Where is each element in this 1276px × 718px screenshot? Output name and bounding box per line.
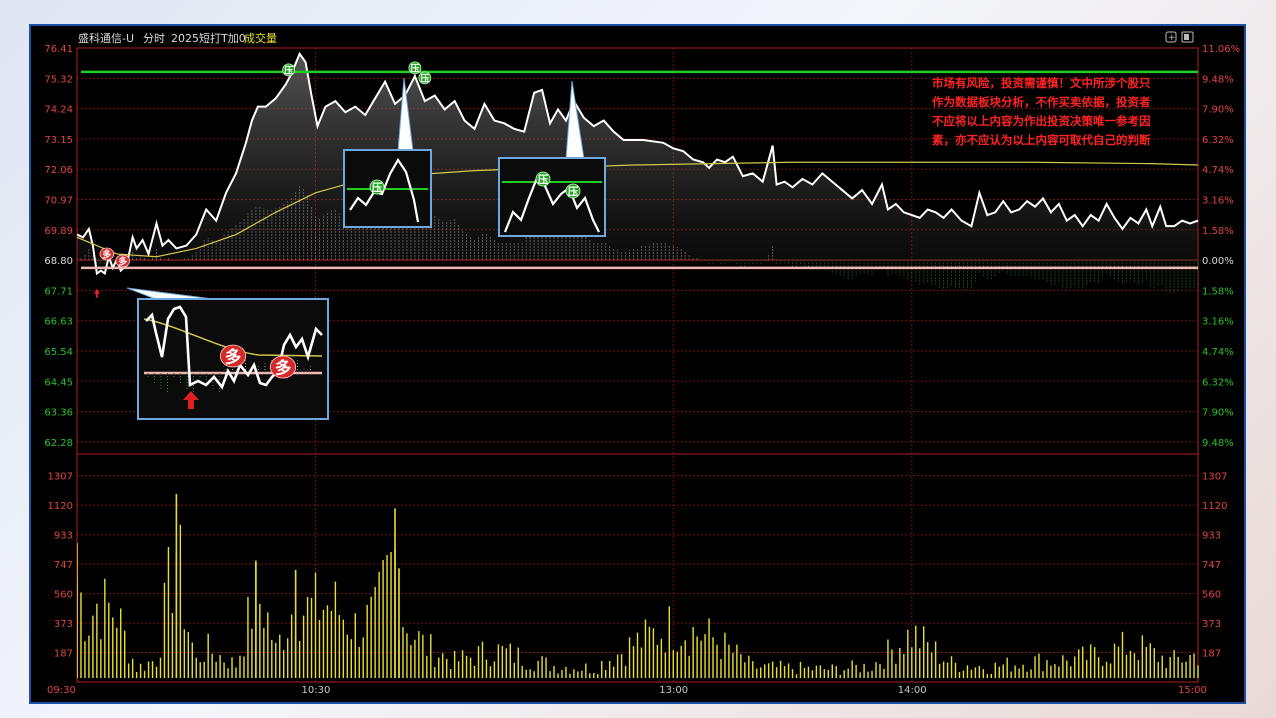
pct-tick-label: 6.32% [1202,377,1234,388]
view-mode[interactable]: 分时 [143,32,165,45]
volume-tick-label-right: 747 [1202,560,1221,571]
price-tick-label: 64.45 [44,377,73,388]
resistance-signal-label: 压 [410,63,419,74]
warning-line-1: 市场有风险，投资需谨慎！文中所涉个股只 [932,76,1151,90]
price-tick-label: 69.89 [44,226,73,237]
price-tick-label: 62.28 [44,438,73,449]
buy-signal-label: 多 [102,248,111,260]
pct-tick-label: 4.74% [1202,347,1234,358]
inset-box [498,157,606,237]
indicator-name[interactable]: 2025短打T加0 [171,31,246,45]
stock-name: 盛科通信-U [78,31,134,45]
chart-window: 盛科通信-U 分时 2025短打T加0 成交量 + 76.41 11.06% 75.… [29,24,1246,704]
price-tick-label: 73.15 [44,135,73,146]
pct-tick-label: 3.16% [1202,317,1234,328]
volume-tick-label: 1120 [48,501,73,512]
zoom-inset-resistance-2: 压压 [498,80,606,237]
volume-tick-label: 373 [54,619,73,630]
volume-tick-label-right: 187 [1202,648,1221,659]
volume-tick-label: 560 [54,590,73,601]
pct-tick-label: 3.16% [1202,196,1234,207]
price-tick-label: 63.36 [44,408,73,419]
pct-tick-label: 7.90% [1202,408,1234,419]
zoom-inset-buy-signals: 多多 [126,287,329,420]
time-label: 09:30 [47,685,76,696]
warning-line-2: 作为数据板块分析，不作买卖依据，投资者 [932,95,1151,109]
resistance-signal-label: 压 [372,182,383,194]
volume-tick-label-right: 933 [1202,531,1221,542]
resistance-signal-label: 压 [284,65,293,76]
volume-tick-label-right: 560 [1202,590,1221,601]
price-tick-label: 72.06 [44,165,73,176]
buy-signal-label: 多 [275,357,292,377]
time-label: 15:00 [1178,685,1207,696]
volume-tick-label-right: 1307 [1202,472,1227,483]
warning-line-4: 素，亦不应认为以上内容可取代自己的判断 [932,133,1151,147]
volume-tick-label-right: 373 [1202,619,1221,630]
pct-tick-label: 9.48% [1202,438,1234,449]
price-tick-label: 65.54 [44,347,73,358]
pct-tick-label: 7.90% [1202,105,1234,116]
pct-tick-label: 1.58% [1202,226,1234,237]
buy-signal-label: 多 [118,255,127,267]
warning-line-3: 不应将以上内容为作出投资决策唯一参考因 [932,114,1151,128]
price-tick-label: 75.32 [44,74,73,85]
price-tick-label: 76.41 [44,44,73,55]
volume-tick-label: 187 [54,648,73,659]
pct-tick-label: 0.00% [1202,256,1234,267]
time-label: 13:00 [659,685,688,696]
price-tick-label: 70.97 [44,196,73,207]
pct-tick-label: 11.06% [1202,44,1240,55]
price-tick-label: 66.63 [44,317,73,328]
price-tick-label: 68.80 [44,256,73,267]
intraday-chart: 盛科通信-U 分时 2025短打T加0 成交量 + 76.41 11.06% 75.… [44,31,1240,696]
resistance-signal-label: 压 [420,73,429,84]
restore-icon[interactable] [1181,31,1194,43]
pct-tick-label: 9.48% [1202,74,1234,85]
buy-signal-label: 多 [225,346,242,366]
volume-tick-label: 933 [54,531,73,542]
time-label: 14:00 [898,685,927,696]
risk-warning: 市场有风险，投资需谨慎！文中所涉个股只 作为数据板块分析，不作买卖依据，投资者 … [932,76,1151,147]
settings-icon[interactable]: + [1165,31,1177,43]
pct-tick-label: 6.32% [1202,135,1234,146]
volume-label[interactable]: 成交量 [244,31,277,45]
price-tick-label: 67.71 [44,286,73,297]
pct-tick-label: 4.74% [1202,165,1234,176]
volume-tick-label-right: 1120 [1202,501,1227,512]
pct-tick-label: 1.58% [1202,286,1234,297]
chart-header: 盛科通信-U 分时 2025短打T加0 成交量 + [78,31,1194,45]
volume-tick-label: 747 [54,560,73,571]
time-label: 10:30 [302,685,331,696]
volume-tick-label: 1307 [48,472,73,483]
svg-text:+: + [1168,33,1176,43]
price-tick-label: 74.24 [44,105,73,116]
resistance-signal-label: 压 [568,186,579,198]
resistance-signal-label: 压 [538,174,549,186]
